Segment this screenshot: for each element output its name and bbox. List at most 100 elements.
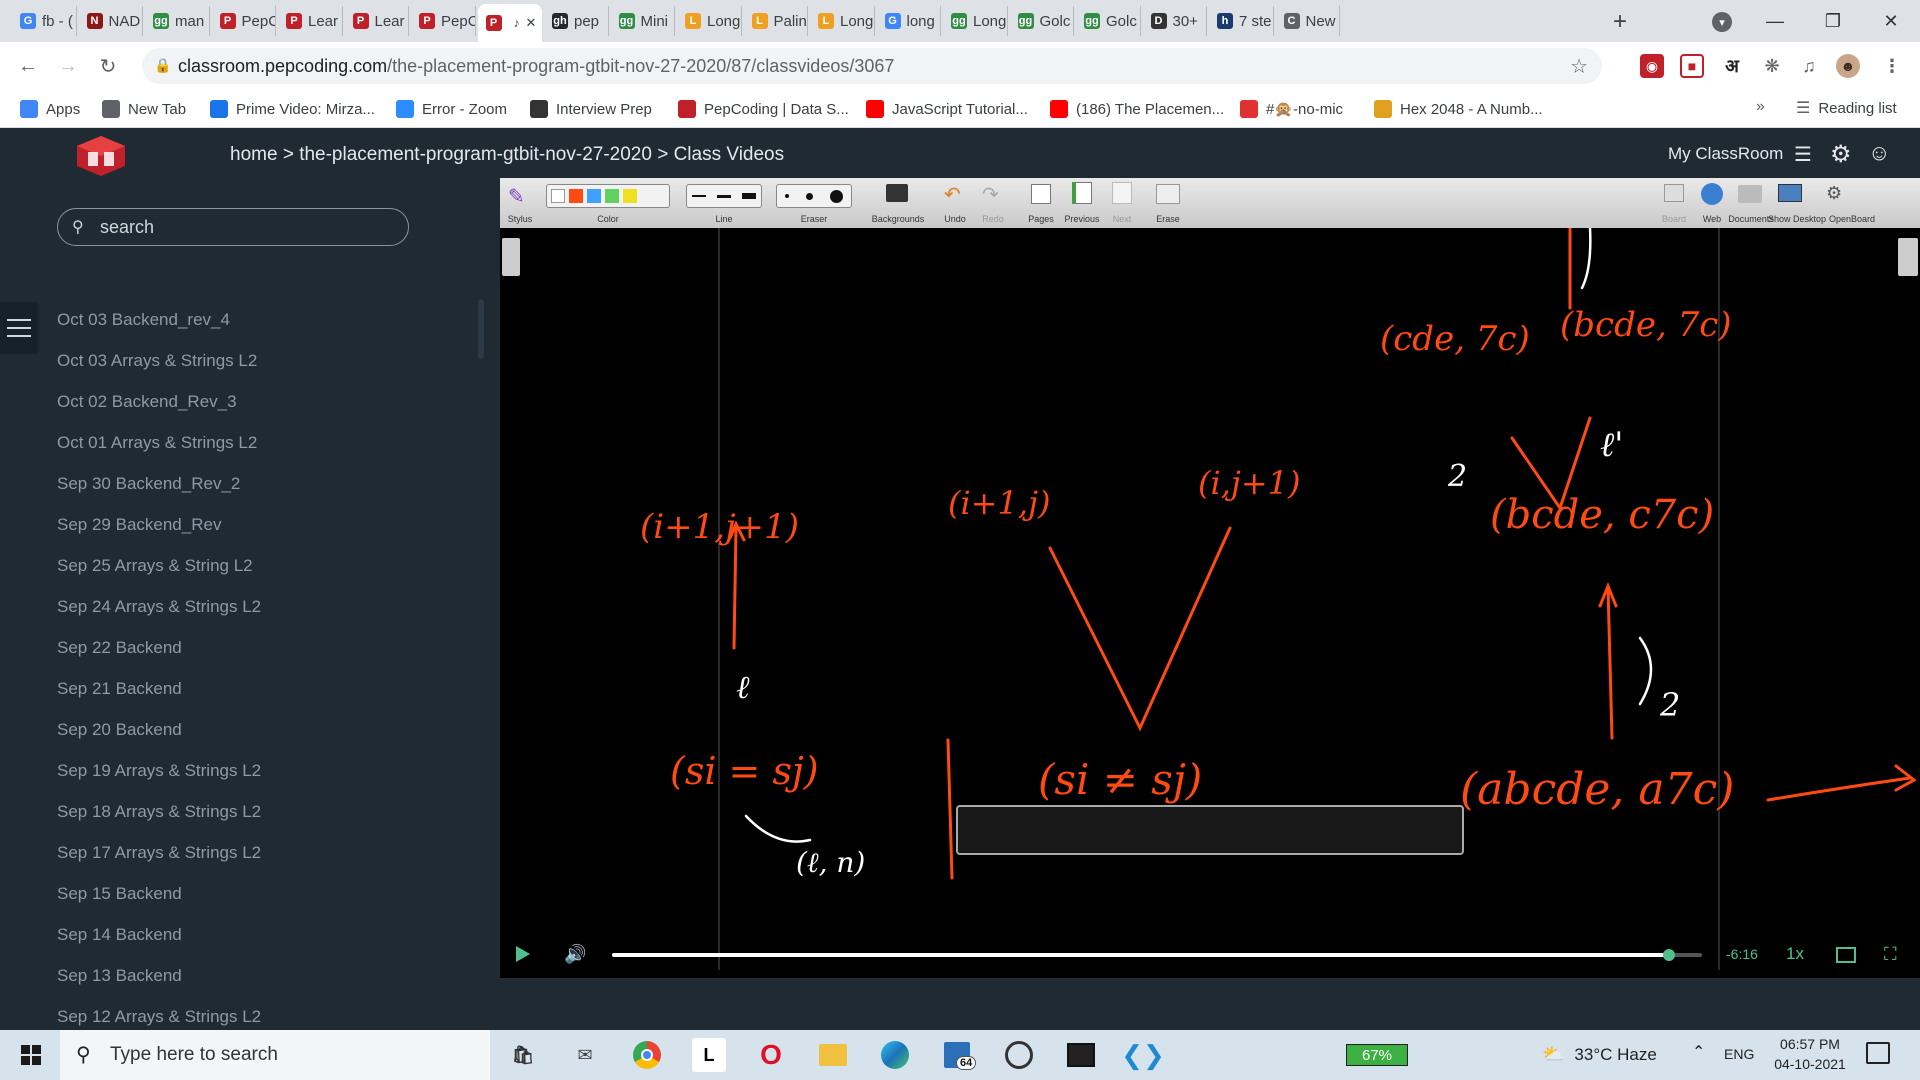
class-video-item[interactable]: Sep 18 Arrays & Strings L2 [57,802,261,822]
weather-widget[interactable]: ⛅ 33°C Haze [1542,1044,1657,1065]
browser-tab[interactable]: N NAD [79,6,143,36]
app-64-icon[interactable]: 64 [940,1038,977,1072]
browser-tab[interactable]: gh pep [544,6,609,36]
redo-icon[interactable]: ↷ [982,182,999,207]
breadcrumb-course[interactable]: the-placement-program-gtbit-nov-27-2020 [299,144,652,165]
undo-icon[interactable]: ↶ [944,182,961,207]
pages-icon[interactable] [1031,184,1051,204]
browser-tab[interactable]: h 7 ste [1209,6,1274,36]
show-hidden-icons-icon[interactable]: ⌃ [1692,1042,1705,1062]
extension-hindi-icon[interactable]: अ [1720,54,1744,78]
profile-avatar[interactable]: ☻ [1836,54,1860,78]
browser-menu-icon[interactable]: ⋮ [1880,54,1904,78]
taskbar-search-input[interactable]: ⚲ Type here to search [60,1030,490,1080]
class-video-item[interactable]: Oct 03 Backend_rev_4 [57,310,230,330]
next-page-icon[interactable] [1112,182,1132,204]
class-video-item[interactable]: Sep 12 Arrays & Strings L2 [57,1007,261,1027]
seek-bar[interactable] [612,949,1702,961]
sidebar-scrollbar[interactable] [478,299,484,359]
input-language[interactable]: ENG [1724,1046,1754,1062]
tab-audio-icon[interactable]: ♪ [514,16,520,30]
stylus-icon[interactable]: ✎ [508,184,525,209]
show-desktop-icon[interactable] [1778,184,1802,202]
previous-page-icon[interactable] [1072,182,1092,204]
obs-icon[interactable] [1002,1038,1036,1072]
list-menu-icon[interactable]: ☰ [1794,142,1812,167]
file-explorer-icon[interactable] [816,1038,850,1072]
extension-shield-icon[interactable]: ◉ [1640,54,1664,78]
picture-in-picture-icon[interactable] [1836,947,1856,963]
browser-tab[interactable]: C New [1276,6,1340,36]
bookmark-item[interactable]: Error - Zoom [396,98,507,120]
browser-tab[interactable]: L Palin [744,6,808,36]
playback-speed-button[interactable]: 1x [1786,944,1804,964]
reading-list-button[interactable]: ☰ Reading list [1796,98,1897,118]
eraser-size-selector[interactable] [776,184,852,208]
extension-save-icon[interactable]: ■ [1680,54,1704,78]
class-video-item[interactable]: Sep 30 Backend_Rev_2 [57,474,240,494]
browser-tab[interactable]: Glong [877,6,941,36]
class-video-item[interactable]: Sep 14 Backend [57,925,182,945]
breadcrumb-home[interactable]: home [230,144,278,165]
class-video-item[interactable]: Oct 02 Backend_Rev_3 [57,392,237,412]
browser-tab[interactable]: gg Long [943,6,1008,36]
erase-page-icon[interactable] [1156,184,1180,204]
whiteboard-canvas[interactable]: (i+1,j+1) (i+1,j) (i,j+1) (si = sj) (si … [500,228,1920,970]
backgrounds-icon[interactable] [886,184,908,202]
bookmark-item[interactable]: (186) The Placemen... [1050,98,1224,120]
notifications-icon[interactable] [1866,1042,1890,1064]
openboard-menu-icon[interactable]: ⚙ [1826,183,1842,204]
my-classroom-link[interactable]: My ClassRoom [1668,144,1783,164]
class-video-item[interactable]: Sep 22 Backend [57,638,182,658]
forward-button[interactable]: → [54,52,82,80]
back-button[interactable]: ← [14,52,42,80]
class-video-item[interactable]: Sep 15 Backend [57,884,182,904]
browser-tab[interactable]: P Lear [345,6,409,36]
browser-tab[interactable]: gg Mini [611,6,675,36]
board-icon[interactable] [1664,184,1684,202]
browser-tab[interactable]: P ♪ ✕ [477,4,542,42]
stylus-palette[interactable] [956,805,1464,855]
browser-tab[interactable]: L Long [810,6,875,36]
bookmark-item[interactable]: JavaScript Tutorial... [866,98,1028,120]
color-palette[interactable] [546,184,670,208]
search-input[interactable]: ⚲ search [57,208,409,246]
bookmark-star-icon[interactable]: ☆ [1570,54,1588,79]
reload-button[interactable]: ↻ [94,52,122,80]
edge-icon[interactable] [878,1038,912,1072]
browser-tab[interactable]: D 30+ [1143,6,1207,36]
volume-icon[interactable]: 🔊 [564,944,586,965]
browser-tab[interactable]: P PepC [212,6,276,36]
class-video-item[interactable]: Sep 24 Arrays & Strings L2 [57,597,261,617]
user-profile-icon[interactable]: ☺ [1868,140,1890,166]
bookmark-item[interactable]: #🙊-no-mic [1240,98,1343,120]
photos-icon[interactable] [1064,1038,1098,1072]
browser-tab[interactable]: P Lear [278,6,343,36]
bookmark-item[interactable]: New Tab [102,98,186,120]
class-video-item[interactable]: Sep 20 Backend [57,720,182,740]
extensions-puzzle-icon[interactable]: ❋ [1760,54,1784,78]
class-video-item[interactable]: Sep 29 Backend_Rev [57,515,221,535]
class-video-item[interactable]: Sep 19 Arrays & Strings L2 [57,761,261,781]
tab-search-icon[interactable]: ▾ [1712,12,1732,32]
line-width-selector[interactable] [686,184,762,208]
bookmark-item[interactable]: PepCoding | Data S... [678,98,849,120]
close-window-icon[interactable]: ✕ [1862,0,1920,42]
restore-window-icon[interactable]: ❐ [1804,0,1862,42]
browser-tab[interactable]: gg Golc [1010,6,1074,36]
class-video-item[interactable]: Oct 03 Arrays & Strings L2 [57,351,257,371]
browser-tab[interactable]: P PepC [411,6,476,36]
bookmark-item[interactable]: Prime Video: Mirza... [210,98,375,120]
web-globe-icon[interactable] [1701,183,1723,205]
battery-indicator[interactable]: 67% [1346,1044,1408,1066]
documents-folder-icon[interactable] [1738,185,1762,203]
browser-tab[interactable]: gg Golc [1076,6,1141,36]
seek-bar-handle[interactable] [1663,949,1676,961]
bookmark-item[interactable]: Hex 2048 - A Numb... [1374,98,1543,120]
class-video-item[interactable]: Sep 21 Backend [57,679,182,699]
bookmark-item[interactable]: Apps [20,98,80,120]
media-control-icon[interactable]: ♫ [1797,54,1821,78]
windows-start-icon[interactable] [14,1038,48,1072]
chrome-icon[interactable] [630,1038,664,1072]
store-icon[interactable]: 🛍 [506,1038,540,1072]
